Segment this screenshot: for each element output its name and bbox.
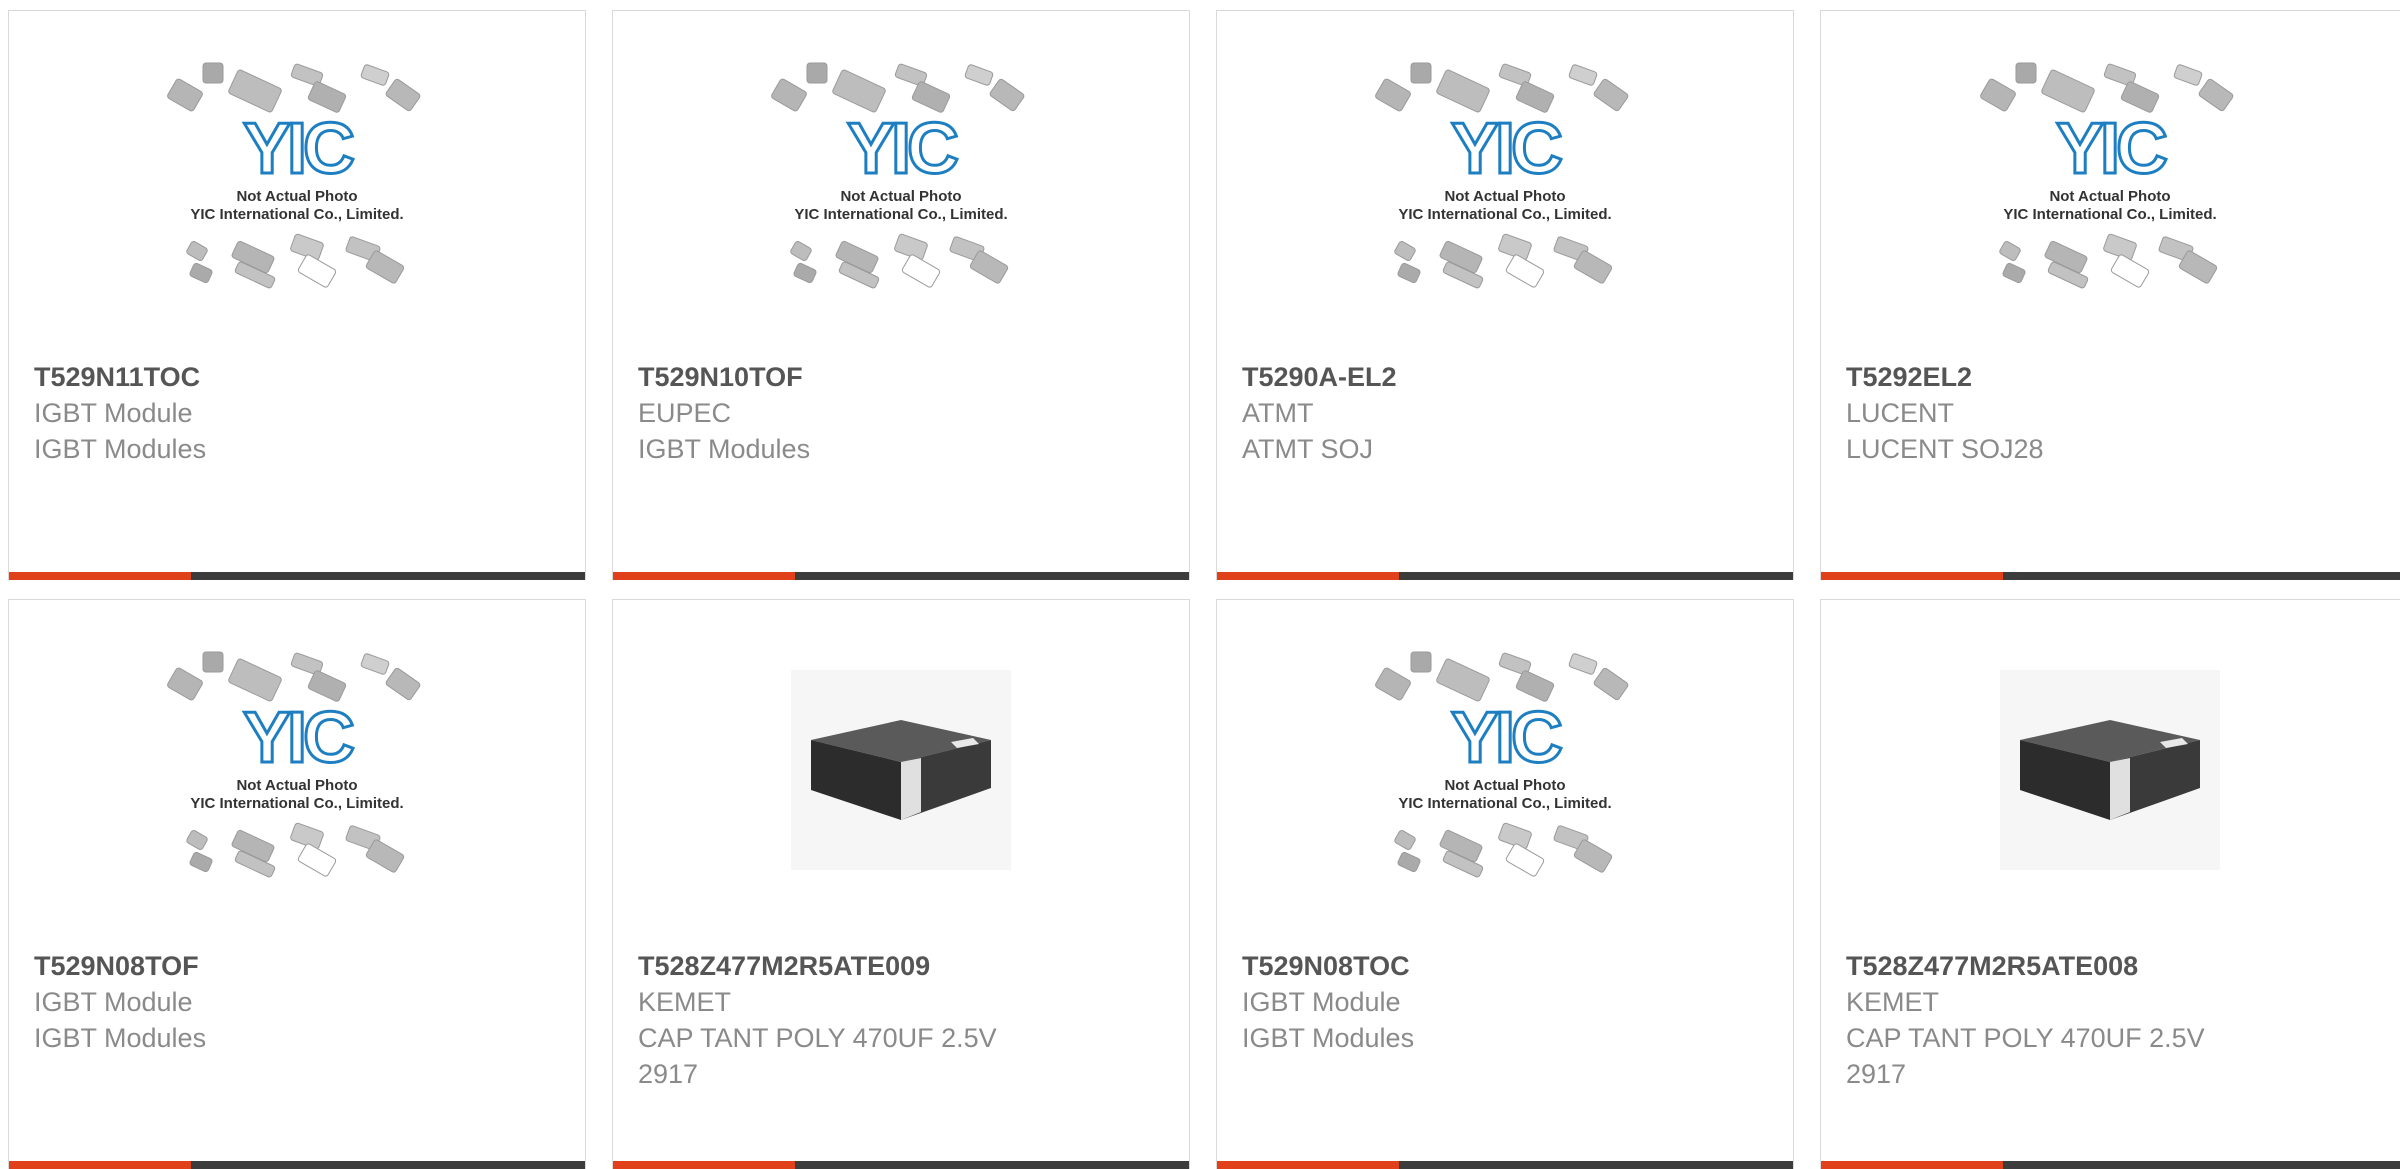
yic-logo: YIC bbox=[243, 109, 354, 189]
not-actual-photo-image: YICNot Actual PhotoYIC International Co.… bbox=[1375, 62, 1629, 289]
part-number-link[interactable]: T529N08TOC bbox=[1242, 948, 1773, 984]
product-thumbnail[interactable]: YIC Not Actual Photo YIC International Co.… bbox=[613, 11, 1189, 351]
product-description: IGBT Modules bbox=[34, 434, 207, 464]
product-manufacturer: ATMT bbox=[1242, 398, 1314, 428]
card-accent-bar bbox=[1821, 572, 2400, 580]
card-accent-bar bbox=[1217, 572, 1793, 580]
part-number-link[interactable]: T528Z477M2R5ATE008 bbox=[1846, 948, 2380, 984]
product-manufacturer: EUPEC bbox=[638, 398, 732, 428]
card-accent-bar bbox=[1821, 1161, 2400, 1169]
not-actual-photo-image: YICNot Actual PhotoYIC International Co.… bbox=[1980, 62, 2234, 289]
card-accent-bar-highlight bbox=[1217, 572, 1399, 580]
product-description: IGBT Modules bbox=[638, 434, 811, 464]
not-actual-photo-image: YICNot Actual PhotoYIC International Co.… bbox=[771, 62, 1025, 289]
card-accent-bar bbox=[613, 572, 1189, 580]
product-thumbnail[interactable] bbox=[613, 600, 1189, 940]
yic-logo: YIC bbox=[847, 109, 958, 189]
product-card[interactable]: T528Z477M2R5ATE008 KEMET CAP TANT POLY 4… bbox=[1820, 599, 2400, 1169]
yic-logo: YIC bbox=[1451, 698, 1562, 778]
card-accent-bar bbox=[613, 1161, 1189, 1169]
card-accent-bar bbox=[9, 572, 585, 580]
card-accent-bar-highlight bbox=[9, 572, 191, 580]
not-actual-photo-caption: Not Actual Photo bbox=[2049, 188, 2170, 205]
part-number-link[interactable]: T528Z477M2R5ATE009 bbox=[638, 948, 1169, 984]
product-description: IGBT Modules bbox=[1242, 1023, 1415, 1053]
product-manufacturer: LUCENT bbox=[1846, 398, 1955, 428]
product-card[interactable]: T528Z477M2R5ATE009 KEMET CAP TANT POLY 4… bbox=[612, 599, 1190, 1169]
product-card[interactable]: YIC Not Actual Photo YIC International Co.… bbox=[612, 10, 1190, 580]
part-number-link[interactable]: T5292EL2 bbox=[1846, 359, 2380, 395]
product-thumbnail[interactable]: YIC Not Actual Photo YIC International Co.… bbox=[1821, 11, 2399, 351]
product-description: CAP TANT POLY 470UF 2.5V bbox=[638, 1023, 997, 1053]
part-number-link[interactable]: T5290A-EL2 bbox=[1242, 359, 1773, 395]
product-thumbnail[interactable]: YIC Not Actual Photo YIC International Co.… bbox=[9, 11, 585, 351]
product-thumbnail[interactable] bbox=[1821, 600, 2399, 940]
company-caption: YIC International Co., Limited. bbox=[2003, 206, 2216, 223]
card-accent-bar-highlight bbox=[1217, 1161, 1399, 1169]
product-package: 2917 bbox=[638, 1059, 699, 1089]
not-actual-photo-caption: Not Actual Photo bbox=[1444, 188, 1565, 205]
product-card[interactable]: YIC Not Actual Photo YIC International Co.… bbox=[8, 599, 586, 1169]
product-description: CAP TANT POLY 470UF 2.5V bbox=[1846, 1023, 2205, 1053]
capacitor-photo bbox=[791, 670, 1011, 870]
card-accent-bar-highlight bbox=[1821, 1161, 2003, 1169]
card-accent-bar-highlight bbox=[613, 572, 795, 580]
card-accent-bar-highlight bbox=[1821, 572, 2003, 580]
not-actual-photo-caption: Not Actual Photo bbox=[236, 777, 357, 794]
not-actual-photo-caption: Not Actual Photo bbox=[236, 188, 357, 205]
product-manufacturer: IGBT Module bbox=[1242, 987, 1401, 1017]
product-grid: YIC Not Actual Photo YIC International Co.… bbox=[0, 0, 2400, 1169]
product-description: LUCENT SOJ28 bbox=[1846, 434, 2044, 464]
not-actual-photo-caption: Not Actual Photo bbox=[1444, 777, 1565, 794]
company-caption: YIC International Co., Limited. bbox=[190, 206, 403, 223]
product-thumbnail[interactable]: YIC Not Actual Photo YIC International Co.… bbox=[1217, 11, 1793, 351]
part-number-link[interactable]: T529N11TOC bbox=[34, 359, 565, 395]
card-accent-bar bbox=[1217, 1161, 1793, 1169]
company-caption: YIC International Co., Limited. bbox=[794, 206, 1007, 223]
product-thumbnail[interactable]: YIC Not Actual Photo YIC International Co.… bbox=[1217, 600, 1793, 940]
card-accent-bar-highlight bbox=[9, 1161, 191, 1169]
card-accent-bar bbox=[9, 1161, 585, 1169]
part-number-link[interactable]: T529N08TOF bbox=[34, 948, 565, 984]
product-manufacturer: IGBT Module bbox=[34, 987, 193, 1017]
part-number-link[interactable]: T529N10TOF bbox=[638, 359, 1169, 395]
not-actual-photo-image: YICNot Actual PhotoYIC International Co.… bbox=[167, 62, 421, 289]
product-card[interactable]: YIC Not Actual Photo YIC International Co.… bbox=[1216, 10, 1794, 580]
product-manufacturer: KEMET bbox=[1846, 987, 1940, 1017]
company-caption: YIC International Co., Limited. bbox=[1398, 206, 1611, 223]
product-thumbnail[interactable]: YIC Not Actual Photo YIC International Co.… bbox=[9, 600, 585, 940]
product-package: 2917 bbox=[1846, 1059, 1907, 1089]
not-actual-photo-image: YICNot Actual PhotoYIC International Co.… bbox=[1375, 651, 1629, 878]
company-caption: YIC International Co., Limited. bbox=[1398, 795, 1611, 812]
not-actual-photo-image: YICNot Actual PhotoYIC International Co.… bbox=[167, 651, 421, 878]
product-card[interactable]: YIC Not Actual Photo YIC International Co.… bbox=[8, 10, 586, 580]
card-accent-bar-highlight bbox=[613, 1161, 795, 1169]
yic-logo: YIC bbox=[1451, 109, 1562, 189]
product-card[interactable]: YIC Not Actual Photo YIC International Co.… bbox=[1216, 599, 1794, 1169]
product-card[interactable]: YIC Not Actual Photo YIC International Co.… bbox=[1820, 10, 2400, 580]
product-description: IGBT Modules bbox=[34, 1023, 207, 1053]
yic-logo: YIC bbox=[2056, 109, 2167, 189]
capacitor-photo bbox=[2000, 670, 2220, 870]
product-manufacturer: IGBT Module bbox=[34, 398, 193, 428]
product-description: ATMT SOJ bbox=[1242, 434, 1374, 464]
product-manufacturer: KEMET bbox=[638, 987, 732, 1017]
company-caption: YIC International Co., Limited. bbox=[190, 795, 403, 812]
not-actual-photo-caption: Not Actual Photo bbox=[840, 188, 961, 205]
yic-logo: YIC bbox=[243, 698, 354, 778]
